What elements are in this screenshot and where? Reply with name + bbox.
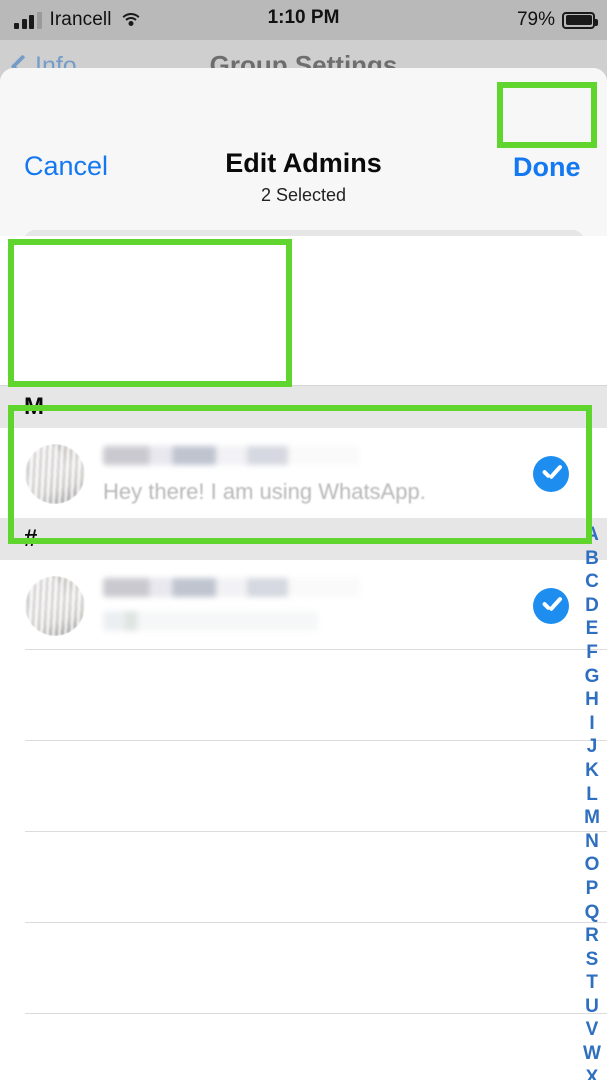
index-letter[interactable]: M <box>584 806 600 830</box>
status-bar-right: 79% <box>516 7 598 33</box>
section-header-hash: # <box>0 518 607 560</box>
index-letter[interactable]: K <box>585 759 599 783</box>
index-letter[interactable]: D <box>585 594 599 618</box>
list-item[interactable] <box>0 650 607 741</box>
index-letter[interactable]: E <box>586 617 599 641</box>
index-letter[interactable]: L <box>586 783 598 807</box>
index-letter[interactable]: U <box>585 995 599 1019</box>
contact-status: Hey there! I am using WhatsApp. <box>103 479 426 504</box>
close-circle-icon[interactable] <box>85 249 121 285</box>
list-item[interactable] <box>0 741 607 832</box>
index-letter[interactable]: R <box>585 924 599 948</box>
done-button[interactable]: Done <box>513 152 581 183</box>
index-letter[interactable]: B <box>585 547 599 571</box>
index-letter[interactable]: W <box>583 1042 601 1066</box>
section-header-label: # <box>24 525 38 552</box>
contact-status <box>103 611 319 631</box>
index-letter[interactable]: S <box>586 948 599 972</box>
check-circle-icon[interactable] <box>533 588 569 624</box>
battery-percent-label: 79% <box>516 9 555 30</box>
contact-name <box>103 446 360 465</box>
list-item[interactable] <box>0 923 607 1014</box>
index-letter[interactable]: N <box>585 830 599 854</box>
check-circle-icon[interactable] <box>533 456 569 492</box>
index-letter[interactable]: F <box>586 641 598 665</box>
selected-chip[interactable] <box>18 249 126 355</box>
contact-text <box>103 578 517 631</box>
selected-contacts-strip <box>0 236 607 386</box>
avatar <box>25 444 85 504</box>
status-bar: Irancell 1:10 PM 79% <box>0 0 607 40</box>
avatar <box>23 249 121 347</box>
contact-row[interactable]: Hey there! I am using WhatsApp. <box>0 428 607 518</box>
index-letter[interactable]: T <box>586 971 598 995</box>
edit-admins-sheet: Cancel Edit Admins 2 Selected Done Searc… <box>0 68 607 1080</box>
list-item[interactable] <box>0 832 607 923</box>
battery-icon <box>562 11 598 29</box>
index-letter[interactable]: G <box>585 665 600 689</box>
index-letter[interactable]: Q <box>585 901 600 925</box>
alphabet-index[interactable]: ABCDEFGHIJKLMNOPQRSTUVWXYZ# <box>580 523 604 1080</box>
avatar <box>145 249 243 347</box>
section-header-label: M <box>24 393 44 420</box>
contact-name <box>103 578 360 597</box>
list-item[interactable] <box>0 1014 607 1080</box>
index-letter[interactable]: H <box>585 688 599 712</box>
section-header-m: M <box>0 386 607 428</box>
index-letter[interactable]: C <box>585 570 599 594</box>
index-letter[interactable]: V <box>586 1018 599 1042</box>
status-bar-time: 1:10 PM <box>267 7 340 28</box>
index-letter[interactable]: O <box>585 853 600 877</box>
contact-list[interactable]: M Hey there! I am using WhatsApp. # <box>0 386 607 1080</box>
selected-chip[interactable] <box>140 249 248 355</box>
index-letter[interactable]: P <box>586 877 599 901</box>
avatar <box>25 576 85 636</box>
contact-row[interactable] <box>0 560 607 650</box>
contact-text: Hey there! I am using WhatsApp. <box>103 446 517 505</box>
selected-count-label: 2 Selected <box>260 185 347 205</box>
index-letter[interactable]: J <box>587 735 598 759</box>
sheet-header: Cancel Edit Admins 2 Selected Done Searc… <box>0 68 607 278</box>
index-letter[interactable]: I <box>589 712 594 736</box>
close-circle-icon[interactable] <box>207 249 243 285</box>
index-letter[interactable]: X <box>586 1066 599 1080</box>
index-letter[interactable]: A <box>585 523 599 547</box>
